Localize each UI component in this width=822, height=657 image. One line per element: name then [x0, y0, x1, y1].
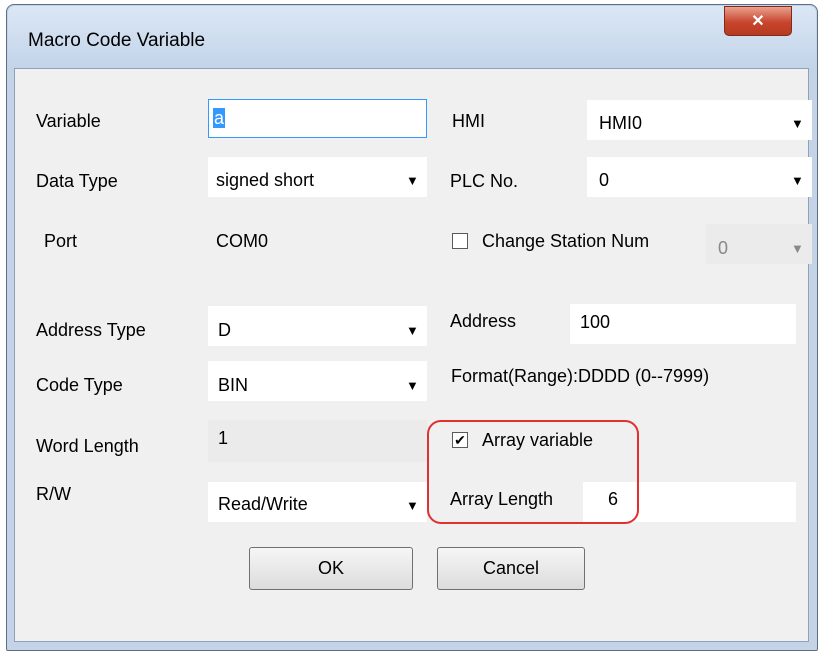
- ok-button-label: OK: [317, 558, 344, 578]
- chevron-down-icon: ▼: [791, 241, 804, 256]
- highlight-annotation: [427, 420, 639, 524]
- address-input[interactable]: 100: [570, 304, 796, 344]
- port-value: COM0: [216, 231, 269, 251]
- port-label: Port: [44, 231, 78, 251]
- hmi-select[interactable]: HMI0 ▼: [587, 100, 812, 140]
- data-type-label: Data Type: [36, 171, 118, 191]
- variable-input-value: a: [213, 108, 226, 128]
- chevron-down-icon: ▼: [406, 173, 419, 188]
- format-range-text: Format(Range):DDDD (0--7999): [451, 366, 710, 386]
- word-length-label: Word Length: [36, 436, 139, 456]
- address-label: Address: [450, 311, 517, 331]
- variable-label: Variable: [36, 111, 101, 131]
- data-type-select[interactable]: signed short ▼: [208, 157, 427, 197]
- code-type-select[interactable]: BIN ▼: [208, 361, 427, 401]
- rw-select-value: Read/Write: [218, 494, 308, 514]
- chevron-down-icon: ▼: [791, 173, 804, 188]
- variable-input[interactable]: a: [208, 99, 427, 138]
- address-type-select-value: D: [218, 320, 231, 340]
- chevron-down-icon: ▼: [406, 323, 419, 338]
- change-station-checkbox[interactable]: [452, 233, 468, 249]
- address-type-select[interactable]: D ▼: [208, 306, 427, 346]
- address-type-label: Address Type: [36, 320, 146, 340]
- plc-no-label: PLC No.: [450, 171, 519, 191]
- station-num-select-value: 0: [718, 238, 729, 258]
- hmi-label: HMI: [452, 111, 485, 131]
- window-title: Macro Code Variable: [28, 30, 206, 51]
- cancel-button[interactable]: Cancel: [437, 547, 585, 590]
- chevron-down-icon: ▼: [406, 378, 419, 393]
- word-length-field: 1: [208, 420, 427, 462]
- change-station-label[interactable]: Change Station Num: [482, 231, 649, 252]
- chevron-down-icon: ▼: [791, 116, 804, 131]
- ok-button[interactable]: OK: [249, 547, 413, 590]
- rw-label: R/W: [36, 484, 71, 504]
- plc-no-select[interactable]: 0 ▼: [587, 157, 812, 197]
- hmi-select-value: HMI0: [599, 113, 643, 133]
- address-input-value: 100: [580, 312, 611, 332]
- code-type-label: Code Type: [36, 375, 123, 395]
- rw-select[interactable]: Read/Write ▼: [208, 482, 427, 522]
- data-type-select-value: signed short: [216, 170, 315, 190]
- word-length-value: 1: [218, 428, 229, 448]
- close-button[interactable]: ✕: [724, 6, 792, 36]
- chevron-down-icon: ▼: [406, 498, 419, 513]
- close-icon: ✕: [751, 13, 765, 30]
- code-type-select-value: BIN: [218, 375, 249, 395]
- station-num-select[interactable]: 0 ▼: [706, 224, 812, 264]
- plc-no-select-value: 0: [599, 170, 610, 190]
- cancel-button-label: Cancel: [482, 558, 540, 578]
